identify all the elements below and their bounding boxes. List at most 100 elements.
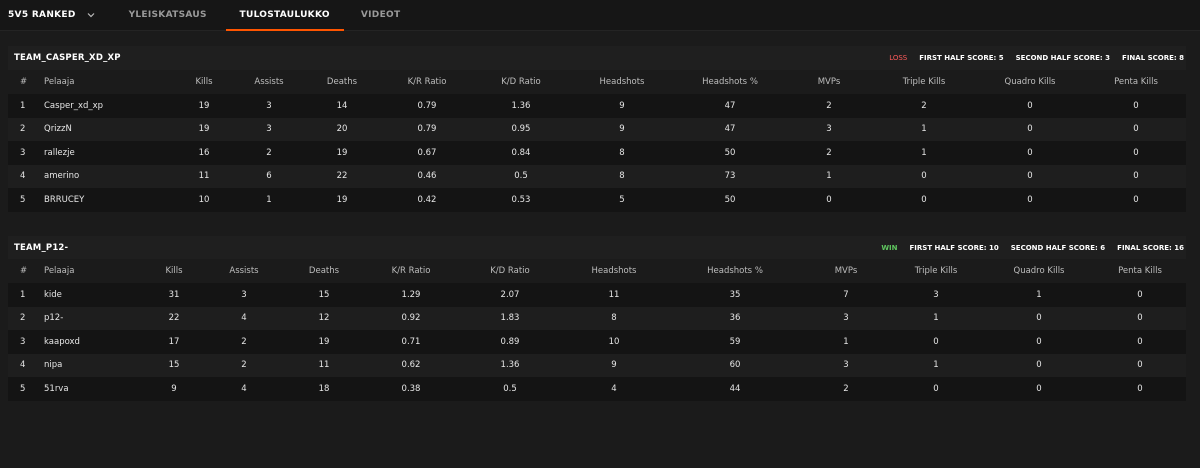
table-cell: 5 <box>20 383 26 394</box>
table-cell: 0 <box>1133 100 1139 111</box>
table-header-row: # Pelaaja Kills Assists Deaths K/R Ratio K/D R… <box>8 259 1186 283</box>
table-cell: 14 <box>336 100 348 111</box>
table-cell: 6 <box>266 171 272 182</box>
table-cell: 9 <box>171 383 177 394</box>
column-header: Headshots % <box>702 77 758 87</box>
table-cell: 3 <box>266 124 272 135</box>
column-header: Headshots <box>599 77 645 87</box>
table-cell: 60 <box>729 360 741 371</box>
player-name[interactable]: BRRUCEY <box>44 188 174 212</box>
tab-scoreboard[interactable]: TULOSTAULUKKO <box>225 0 344 31</box>
chevron-down-icon <box>87 13 95 18</box>
column-header: Penta Kills <box>1118 266 1162 276</box>
final-score: FINAL SCORE: 8 <box>1122 54 1184 62</box>
table-row: 5 51rva 9 4 18 0.38 0.5 4 44 2 0 0 0 <box>8 377 1186 401</box>
table-cell: 0.5 <box>514 171 528 182</box>
table-cell: 2 <box>266 147 272 158</box>
column-header: Triple Kills <box>914 266 958 276</box>
team-header: TEAM_CASPER_XD_XP LOSS FIRST HALF SCORE:… <box>8 46 1186 70</box>
table-cell: 1.36 <box>500 360 520 371</box>
player-name[interactable]: rallezje <box>44 141 174 165</box>
table-cell: 0.89 <box>500 336 520 347</box>
table-cell: 17 <box>168 336 180 347</box>
column-header: Headshots <box>591 266 637 276</box>
table-cell: 1 <box>921 147 927 158</box>
table-cell: 1.29 <box>401 289 421 300</box>
table-cell: 0 <box>1027 124 1033 135</box>
table-cell: 0.46 <box>417 171 437 182</box>
table-cell: 1 <box>266 194 272 205</box>
table-cell: 0 <box>1036 336 1042 347</box>
player-name[interactable]: Casper_xd_xp <box>44 94 174 118</box>
table-cell: 0 <box>1027 147 1033 158</box>
table-cell: 47 <box>724 100 736 111</box>
tab-videos[interactable]: VIDEOT <box>344 0 418 30</box>
player-name[interactable]: nipa <box>44 354 144 378</box>
table-cell: 18 <box>318 383 330 394</box>
table-cell: 3 <box>20 147 26 158</box>
player-name[interactable]: kaapoxd <box>44 330 144 354</box>
player-name[interactable]: amerino <box>44 165 174 189</box>
table-row: 4 amerino 11 6 22 0.46 0.5 8 73 1 0 0 0 <box>8 164 1186 189</box>
column-header: K/D Ratio <box>501 77 541 87</box>
table-cell: 0.5 <box>503 383 517 394</box>
table-cell: 5 <box>619 194 625 205</box>
player-name[interactable]: kide <box>44 283 144 307</box>
result-badge: WIN <box>881 243 898 252</box>
table-cell: 2 <box>843 383 849 394</box>
table-cell: 4 <box>611 383 617 394</box>
column-header: # <box>20 266 28 276</box>
table-cell: 0 <box>1027 171 1033 182</box>
table-cell: 0.79 <box>417 124 437 135</box>
table-cell: 0 <box>921 171 927 182</box>
table-cell: 1.36 <box>511 100 531 111</box>
table-cell: 35 <box>729 289 741 300</box>
column-header: Deaths <box>308 266 340 276</box>
table-cell: 10 <box>198 194 210 205</box>
table-cell: 0 <box>826 194 832 205</box>
table-cell: 19 <box>318 336 330 347</box>
player-name[interactable]: 51rva <box>44 377 144 401</box>
table-cell: 0.53 <box>511 194 531 205</box>
table-cell: 47 <box>724 124 736 135</box>
player-name[interactable]: QrizzN <box>44 118 174 142</box>
table-cell: 0 <box>1133 171 1139 182</box>
table-cell: 0.95 <box>511 124 531 135</box>
table-body: 1 Casper_xd_xp 19 3 14 0.79 1.36 9 47 2 2 0 0 2 QrizzN… <box>8 94 1186 212</box>
team-header: TEAM_P12- WIN FIRST HALF SCORE: 10 SECON… <box>8 236 1186 259</box>
table-cell: 19 <box>198 124 210 135</box>
mode-selector[interactable]: 5V5 RANKED <box>0 0 102 30</box>
team-scoreboard-2: TEAM_P12- WIN FIRST HALF SCORE: 10 SECON… <box>8 236 1186 401</box>
column-header: Triple Kills <box>902 77 946 87</box>
second-half-score: SECOND HALF SCORE: 6 <box>1010 243 1106 252</box>
table-cell: 11 <box>198 171 210 182</box>
second-half-score: SECOND HALF SCORE: 3 <box>1015 54 1111 62</box>
tab-overview[interactable]: YLEISKATSAUS <box>110 0 226 30</box>
table-cell: 22 <box>168 313 180 324</box>
table-cell: 0 <box>1137 313 1143 324</box>
table-cell: 0.62 <box>401 360 421 371</box>
column-header: Assists <box>254 77 284 87</box>
table-cell: 0 <box>1036 360 1042 371</box>
table-row: 2 p12- 22 4 12 0.92 1.83 8 36 3 1 0 0 <box>8 306 1186 331</box>
table-cell: 19 <box>336 147 348 158</box>
team-name: TEAM_P12- <box>14 242 69 253</box>
table-cell: 9 <box>619 124 625 135</box>
table-cell: 0.42 <box>417 194 437 205</box>
table-cell: 1 <box>20 289 26 300</box>
column-header: Kills <box>165 266 183 276</box>
table-cell: 2 <box>20 313 26 324</box>
table-cell: 8 <box>611 313 617 324</box>
table-cell: 1 <box>20 100 26 111</box>
column-header: K/D Ratio <box>490 266 530 276</box>
table-cell: 1 <box>826 171 832 182</box>
player-name[interactable]: p12- <box>44 307 144 331</box>
team-scoreboard-1: TEAM_CASPER_XD_XP LOSS FIRST HALF SCORE:… <box>8 46 1186 212</box>
table-cell: 4 <box>20 171 26 182</box>
table-cell: 2 <box>826 147 832 158</box>
table-cell: 1 <box>843 336 849 347</box>
table-cell: 1 <box>1036 289 1042 300</box>
table-cell: 36 <box>729 313 741 324</box>
table-cell: 2 <box>241 336 247 347</box>
column-header: MVPs <box>817 77 841 87</box>
